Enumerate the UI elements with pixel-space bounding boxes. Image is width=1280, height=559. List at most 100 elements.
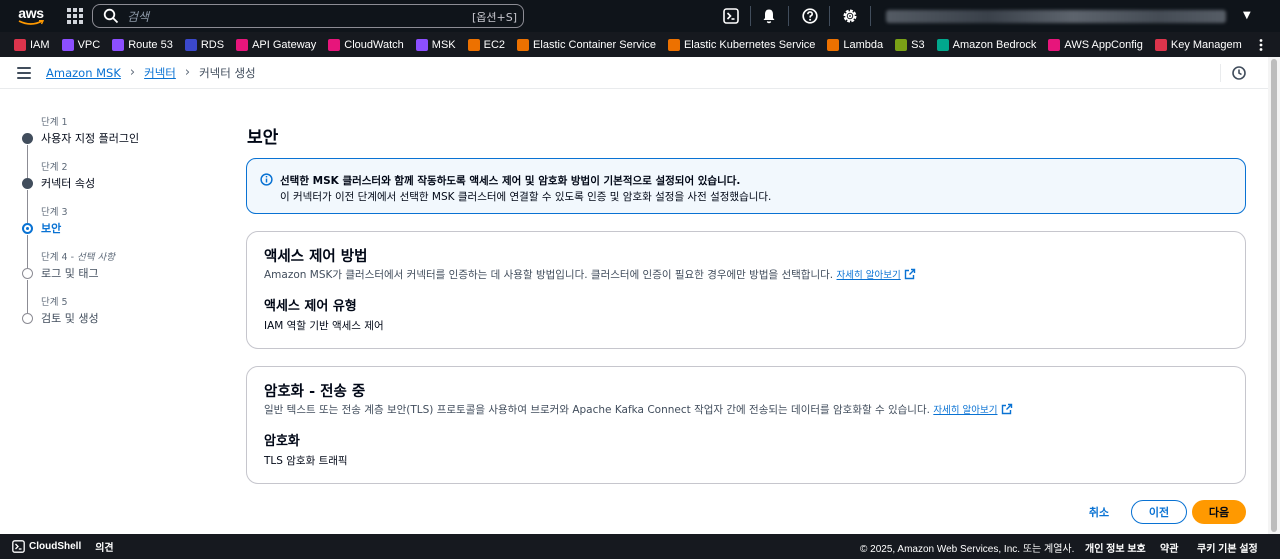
favorite-s3[interactable]: S3: [895, 32, 925, 57]
gear-icon[interactable]: [841, 7, 859, 25]
step-name[interactable]: 커넥터 속성: [41, 175, 95, 191]
hamburger-menu-icon[interactable]: [17, 66, 31, 79]
encryption-description-text: 일반 텍스트 또는 전송 계층 보안(TLS) 프로토콜을 사용하여 브로커와 …: [264, 404, 930, 416]
scrollbar-thumb[interactable]: [1271, 59, 1277, 532]
info-alert-title: 선택한 MSK 클러스터와 함께 작동하도록 액세스 제어 및 암호화 방법이 …: [280, 175, 741, 187]
access-control-description: Amazon MSK가 클러스터에서 커넥터를 인증하는 데 사용할 방법입니다…: [264, 267, 916, 282]
learn-more-link[interactable]: 자세히 알아보기: [933, 405, 997, 416]
breadcrumb: Amazon MSK › 커넥터 › 커넥터 생성: [46, 65, 256, 81]
cloudshell-icon[interactable]: [722, 7, 740, 25]
step-status-icon: [22, 178, 33, 189]
next-button[interactable]: 다음: [1192, 500, 1246, 524]
favorite-label: Route 53: [128, 38, 173, 51]
access-control-title: 액세스 제어 방법: [264, 249, 368, 265]
service-icon: [517, 38, 530, 51]
cancel-button[interactable]: 취소: [1080, 500, 1118, 524]
account-menu[interactable]: [886, 10, 1226, 23]
favorite-label: API Gateway: [252, 38, 317, 51]
encryption-type-label: 암호화: [264, 434, 300, 449]
breadcrumb-item-amazon-msk[interactable]: Amazon MSK: [46, 66, 121, 80]
service-icon: [415, 38, 428, 51]
service-icon: [328, 38, 341, 51]
service-icon: [467, 38, 480, 51]
wizard-step-4: 단계 4 - 선택 사항 로그 및 태그: [20, 249, 220, 313]
favorite-elastic-kubernetes-service[interactable]: Elastic Kubernetes Service: [667, 32, 815, 57]
info-icon: [260, 173, 273, 186]
breadcrumb-current: 커넥터 생성: [199, 65, 256, 80]
favorite-vpc[interactable]: VPC: [61, 32, 100, 57]
cookie-preferences-link[interactable]: 쿠키 기본 설정: [1197, 540, 1258, 555]
wizard-step-1[interactable]: 단계 1 사용자 지정 플러그인: [20, 114, 220, 178]
external-link-icon[interactable]: [904, 268, 916, 280]
help-icon[interactable]: [801, 7, 819, 25]
search-icon: [103, 8, 119, 24]
breadcrumb-item-connectors[interactable]: 커넥터: [144, 65, 176, 81]
favorites-overflow-icon[interactable]: [1242, 32, 1280, 57]
search-placeholder: 검색: [127, 9, 150, 24]
favorite-label: IAM: [30, 38, 50, 51]
service-icon: [667, 38, 680, 51]
favorite-label: S3: [911, 38, 925, 51]
vertical-scrollbar[interactable]: [1268, 57, 1280, 534]
cloudshell-label: CloudShell: [29, 541, 82, 552]
favorite-route-53[interactable]: Route 53: [112, 32, 173, 57]
copyright: © 2025, Amazon Web Services, Inc. 또는 계열사…: [860, 544, 1075, 555]
step-name: 검토 및 생성: [41, 312, 99, 325]
breadcrumb-bar: Amazon MSK › 커넥터 › 커넥터 생성: [0, 57, 1280, 89]
favorite-label: EC2: [483, 38, 506, 51]
favorite-cloudwatch[interactable]: CloudWatch: [328, 32, 404, 57]
service-icon: [184, 38, 197, 51]
access-control-card: 액세스 제어 방법 Amazon MSK가 클러스터에서 커넥터를 인증하는 데…: [246, 231, 1246, 349]
favorite-elastic-container-service[interactable]: Elastic Container Service: [517, 32, 656, 57]
favorite-rds[interactable]: RDS: [184, 32, 224, 57]
info-alert-body: 이 커넥터가 이전 단계에서 선택한 MSK 클러스터에 연결할 수 있도록 인…: [280, 191, 772, 203]
toolbar-divider: [1220, 64, 1221, 82]
privacy-link[interactable]: 개인 정보 보호: [1085, 540, 1146, 555]
service-icon: [1048, 38, 1061, 51]
wizard-step-2[interactable]: 단계 2 커넥터 속성: [20, 159, 220, 223]
caret-down-icon[interactable]: ▼: [1243, 10, 1251, 21]
service-icon: [1154, 38, 1167, 51]
cloudshell-button[interactable]: CloudShell: [12, 540, 81, 553]
search-input[interactable]: 검색 [옵션+S]: [92, 4, 524, 28]
services-menu-icon[interactable]: [64, 5, 86, 27]
favorite-label: AWS AppConfig: [1064, 38, 1143, 51]
favorite-iam[interactable]: IAM: [14, 32, 50, 57]
favorite-api-gateway[interactable]: API Gateway: [236, 32, 316, 57]
favorite-label: Lambda: [843, 38, 884, 51]
step-number-label: 단계 4 - 선택 사항: [41, 252, 116, 263]
service-icon: [936, 38, 949, 51]
step-name[interactable]: 사용자 지정 플러그인: [41, 130, 139, 146]
favorites-bar: IAM VPC Route 53 RDS API Gateway CloudWatch MS…: [0, 32, 1280, 57]
service-icon: [112, 38, 125, 51]
favorite-ec2[interactable]: EC2: [467, 32, 506, 57]
footer: CloudShell 의견 © 2025, Amazon Web Service…: [0, 534, 1280, 559]
step-number-label: 단계 1: [41, 117, 68, 128]
feedback-link[interactable]: 의견: [95, 539, 113, 554]
step-optional-label: 선택 사항: [77, 252, 116, 263]
encryption-card: 암호화 - 전송 중 일반 텍스트 또는 전송 계층 보안(TLS) 프로토콜을…: [246, 366, 1246, 484]
step-number-label: 단계 2: [41, 162, 68, 173]
favorite-amazon-bedrock[interactable]: Amazon Bedrock: [936, 32, 1036, 57]
history-clock-icon[interactable]: [1230, 64, 1248, 82]
aws-logo[interactable]: aws: [12, 4, 50, 28]
step-status-icon: [22, 223, 33, 234]
learn-more-link[interactable]: 자세히 알아보기: [836, 270, 900, 281]
external-link-icon[interactable]: [1001, 403, 1013, 415]
step-name: 보안: [41, 222, 62, 235]
favorite-lambda[interactable]: Lambda: [827, 32, 883, 57]
terms-link[interactable]: 약관: [1160, 540, 1178, 555]
access-control-type-value: IAM 역할 기반 액세스 제어: [264, 320, 384, 332]
wizard-step-5: 단계 5 검토 및 생성: [20, 294, 220, 339]
step-number-label: 단계 3: [41, 207, 68, 218]
chevron-right-icon: ›: [184, 65, 191, 80]
previous-button[interactable]: 이전: [1131, 500, 1187, 524]
favorite-aws-appconfig[interactable]: AWS AppConfig: [1048, 32, 1143, 57]
bell-icon[interactable]: [760, 7, 778, 25]
step-status-icon: [22, 268, 33, 279]
search-shortcut: [옵션+S]: [471, 11, 517, 24]
service-icon: [895, 38, 908, 51]
favorite-msk[interactable]: MSK: [415, 32, 456, 57]
service-icon: [827, 38, 840, 51]
encryption-type-value: TLS 암호화 트래픽: [264, 455, 348, 467]
